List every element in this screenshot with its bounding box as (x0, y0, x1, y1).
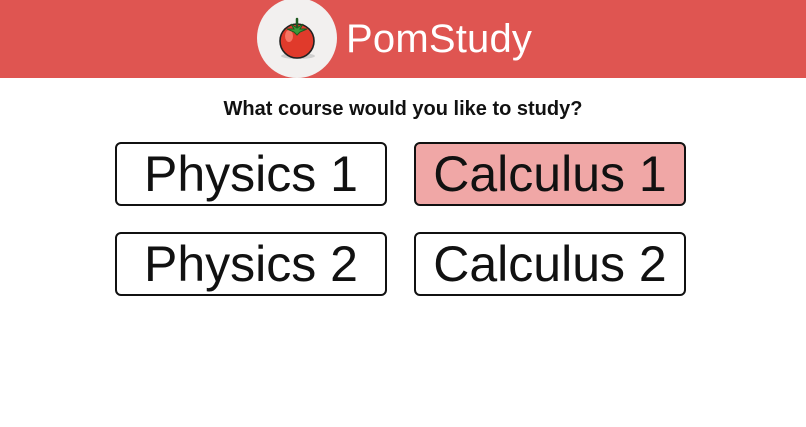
course-button-calculus-1[interactable]: Calculus 1 (414, 142, 686, 206)
app-header: PomStudy (0, 0, 806, 78)
tomato-icon (279, 17, 315, 59)
course-question: What course would you like to study? (223, 98, 583, 120)
course-button-physics-1[interactable]: Physics 1 (115, 142, 387, 206)
course-button-calculus-2[interactable]: Calculus 2 (414, 232, 686, 296)
course-button-physics-2[interactable]: Physics 2 (115, 232, 387, 296)
logo (257, 0, 337, 78)
app-title: PomStudy (346, 17, 533, 61)
